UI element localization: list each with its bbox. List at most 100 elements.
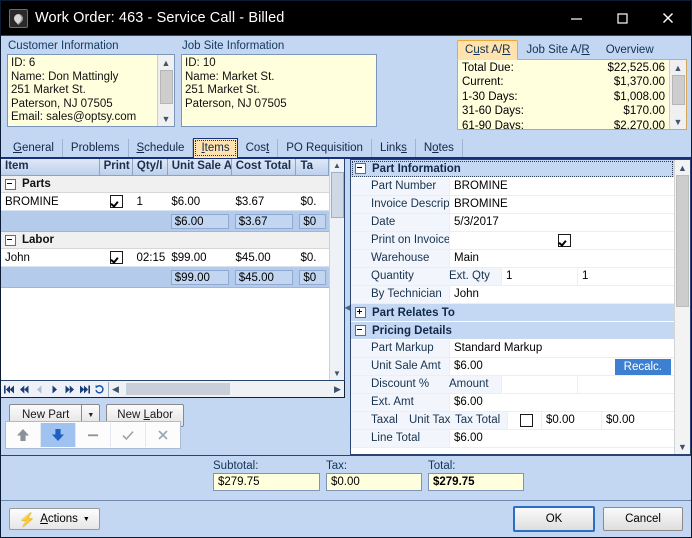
- next-record-button[interactable]: [47, 382, 62, 396]
- customer-information-scrollbar[interactable]: ▲ ▼: [157, 55, 174, 126]
- row-date[interactable]: Date 5/3/2017: [351, 214, 674, 232]
- scroll-up-icon[interactable]: ▲: [333, 159, 341, 172]
- taxable-checkbox[interactable]: [520, 414, 533, 427]
- tab-general[interactable]: General: [5, 139, 63, 157]
- row-value-unit-tax[interactable]: $0.00: [541, 412, 601, 429]
- row-value[interactable]: BROMINE: [449, 178, 674, 195]
- next-page-button[interactable]: [62, 382, 77, 396]
- recalc-button[interactable]: Recalc.: [614, 358, 671, 375]
- property-grid-scrollbar[interactable]: ▲ ▼: [674, 160, 690, 454]
- collapse-icon[interactable]: [355, 325, 366, 336]
- row-taxable[interactable]: Taxal Unit Tax Tax Total $0.00 $0.00: [351, 412, 674, 430]
- group-header-parts[interactable]: Parts: [1, 176, 329, 193]
- ok-button[interactable]: OK: [513, 506, 595, 532]
- group-header-labor[interactable]: Labor: [1, 232, 329, 249]
- row-line-total[interactable]: Line Total $6.00: [351, 430, 674, 448]
- row-value[interactable]: Standard Markup: [449, 340, 674, 357]
- scroll-up-icon[interactable]: ▲: [678, 160, 687, 175]
- tab-po-requisition[interactable]: PO Requisition: [278, 139, 372, 157]
- cell-print[interactable]: [100, 251, 132, 264]
- row-value-taxable[interactable]: [507, 412, 541, 429]
- scroll-up-icon[interactable]: ▲: [670, 60, 686, 75]
- col-print[interactable]: Print: [100, 159, 133, 175]
- collapse-icon[interactable]: [355, 163, 366, 174]
- scroll-down-icon[interactable]: ▼: [678, 439, 687, 454]
- job-site-information-memo[interactable]: ID: 10 Name: Market St. 251 Market St. P…: [181, 54, 377, 127]
- prev-page-button[interactable]: [17, 382, 32, 396]
- tab-cust-ar[interactable]: Cust A/R: [457, 40, 519, 60]
- print-on-invoice-checkbox[interactable]: [557, 234, 571, 247]
- post-edit-button[interactable]: [111, 423, 146, 447]
- row-value-discount-pct[interactable]: [501, 376, 577, 393]
- row-ext-amt[interactable]: Ext. Amt $6.00: [351, 394, 674, 412]
- move-down-button[interactable]: [41, 423, 76, 447]
- scroll-up-icon[interactable]: ▲: [158, 55, 174, 70]
- tab-job-site-ar[interactable]: Job Site A/R: [518, 40, 597, 59]
- customer-information-memo[interactable]: ID: 6 Name: Don Mattingly 251 Market St.…: [7, 54, 175, 127]
- scroll-thumb[interactable]: [676, 175, 689, 307]
- collapse-icon[interactable]: [5, 178, 16, 190]
- cell-print[interactable]: [100, 195, 132, 208]
- table-row[interactable]: BROMINE 1 $6.00 $3.67 $0.: [1, 193, 329, 211]
- col-unit-sale-amount[interactable]: Unit Sale Ar: [168, 159, 232, 175]
- last-record-button[interactable]: [77, 382, 92, 396]
- move-up-button[interactable]: [6, 423, 41, 447]
- table-row[interactable]: John 02:15 $99.00 $45.00 $0.: [1, 249, 329, 267]
- tab-links[interactable]: Links: [372, 139, 416, 157]
- items-grid-vertical-scrollbar[interactable]: ▲ ▼: [329, 159, 344, 380]
- row-value-ext-qty[interactable]: 1: [577, 268, 674, 285]
- ar-scrollbar[interactable]: ▲ ▼: [669, 60, 686, 129]
- tab-cost[interactable]: Cost: [238, 139, 279, 157]
- col-cost-total[interactable]: Cost Total: [232, 159, 297, 175]
- row-value[interactable]: [449, 232, 674, 249]
- prev-record-button[interactable]: [32, 382, 47, 396]
- tab-overview[interactable]: Overview: [598, 40, 662, 59]
- actions-button[interactable]: ⚡ Actions ▼: [9, 508, 100, 530]
- delete-record-button[interactable]: [76, 423, 111, 447]
- tab-items[interactable]: Items: [193, 138, 238, 158]
- tab-notes[interactable]: Notes: [416, 139, 463, 157]
- row-value[interactable]: $6.00: [449, 430, 674, 447]
- maximize-button[interactable]: [599, 1, 645, 35]
- row-discount[interactable]: Discount % Amount: [351, 376, 674, 394]
- row-value[interactable]: BROMINE: [449, 196, 674, 213]
- print-checkbox[interactable]: [109, 195, 123, 208]
- row-part-number[interactable]: Part Number BROMINE: [351, 178, 674, 196]
- row-quantity[interactable]: Quantity Ext. Qty 1 1: [351, 268, 674, 286]
- row-warehouse[interactable]: Warehouse Main: [351, 250, 674, 268]
- refresh-records-button[interactable]: [92, 382, 107, 396]
- row-value-discount-amount[interactable]: [577, 376, 674, 393]
- row-value[interactable]: Main: [449, 250, 674, 267]
- row-value-quantity[interactable]: 1: [501, 268, 577, 285]
- row-print-on-invoice[interactable]: Print on Invoice: [351, 232, 674, 250]
- minimize-button[interactable]: [553, 1, 599, 35]
- col-item[interactable]: Item: [1, 159, 100, 175]
- scroll-down-icon[interactable]: ▼: [670, 114, 686, 129]
- tab-schedule[interactable]: Schedule: [129, 139, 194, 157]
- section-part-information[interactable]: Part Information: [351, 160, 674, 178]
- row-value[interactable]: 5/3/2017: [449, 214, 674, 231]
- section-part-relates-to[interactable]: Part Relates To: [351, 304, 674, 322]
- collapse-icon[interactable]: [5, 234, 16, 246]
- scroll-down-icon[interactable]: ▼: [333, 367, 341, 380]
- section-pricing-details[interactable]: Pricing Details: [351, 322, 674, 340]
- col-qty[interactable]: Qty/I: [133, 159, 168, 175]
- cancel-button[interactable]: Cancel: [603, 507, 683, 531]
- row-value[interactable]: $6.00: [449, 394, 674, 411]
- row-value-tax-total[interactable]: $0.00: [601, 412, 674, 429]
- col-tax[interactable]: Ta: [296, 159, 329, 175]
- expand-icon[interactable]: [355, 307, 366, 318]
- scroll-thumb[interactable]: [126, 383, 230, 395]
- print-checkbox[interactable]: [109, 251, 123, 264]
- row-value[interactable]: $6.00 Recalc.: [449, 358, 674, 375]
- close-button[interactable]: [645, 1, 691, 35]
- items-grid-horizontal-scrollbar[interactable]: ◀ ▶: [109, 381, 344, 397]
- scroll-left-icon[interactable]: ◀: [109, 384, 122, 395]
- row-value[interactable]: John: [449, 286, 674, 303]
- cancel-edit-button[interactable]: [146, 423, 180, 447]
- row-by-technician[interactable]: By Technician John: [351, 286, 674, 304]
- tab-problems[interactable]: Problems: [63, 139, 129, 157]
- scroll-right-icon[interactable]: ▶: [331, 384, 344, 395]
- first-record-button[interactable]: [2, 382, 17, 396]
- row-part-markup[interactable]: Part Markup Standard Markup: [351, 340, 674, 358]
